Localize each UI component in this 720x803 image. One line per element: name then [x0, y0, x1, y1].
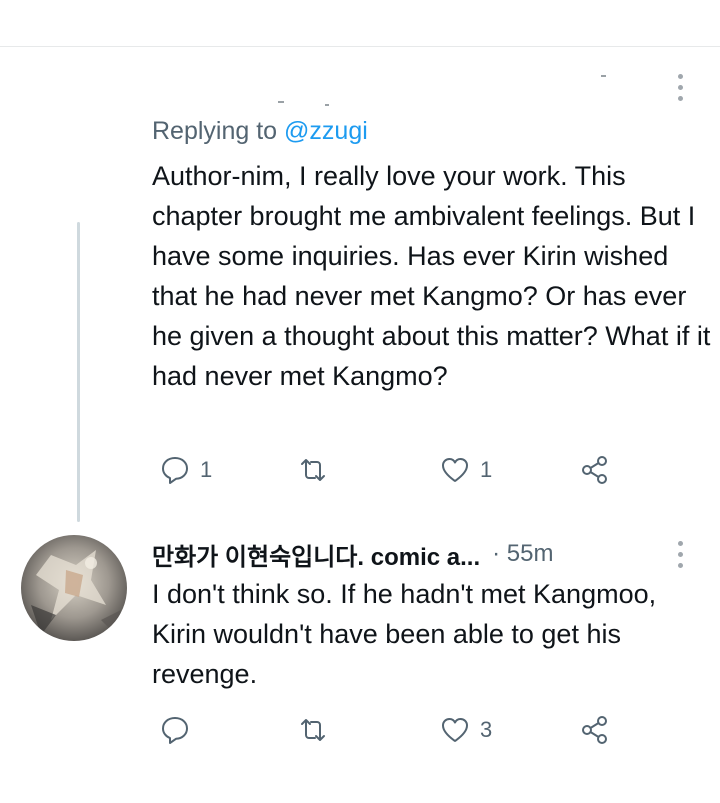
like-count: 3 — [480, 717, 493, 742]
author-avatar[interactable] — [21, 535, 127, 641]
tweet-text: Author-nim, I really love your work. Thi… — [152, 161, 711, 391]
author-display-name[interactable]: 만화가 이현숙입니다. comic a... — [152, 537, 480, 572]
retweet-button[interactable] — [298, 455, 328, 485]
reply-button[interactable]: 1 — [160, 455, 212, 485]
author-tweet: 만화가 이현숙입니다. comic a... · 55m I don't thi… — [152, 534, 692, 694]
more-options-icon[interactable] — [675, 74, 685, 101]
share-icon — [582, 716, 607, 744]
replying-handle-link[interactable]: @zzugi — [284, 117, 368, 145]
like-button[interactable]: 3 — [440, 715, 492, 745]
share-button[interactable] — [580, 455, 610, 485]
retweet-icon — [301, 719, 325, 741]
tweet-actions-bar: 3 — [0, 715, 720, 755]
tweet-text: I don't think so. If he hadn't met Kangm… — [152, 579, 657, 689]
like-icon — [442, 458, 468, 482]
replying-prefix: Replying to — [152, 117, 278, 145]
like-count: 1 — [480, 457, 493, 482]
reply-icon — [162, 717, 188, 744]
reply-button[interactable] — [160, 715, 190, 745]
author-tweet-header: 만화가 이현숙입니다. comic a... · 55m — [152, 534, 692, 574]
share-icon — [582, 456, 607, 484]
speck — [601, 75, 606, 77]
like-button[interactable]: 1 — [440, 455, 492, 485]
tweet-timestamp[interactable]: · 55m — [492, 540, 553, 568]
top-divider — [0, 46, 720, 47]
reply-count: 1 — [200, 457, 213, 482]
tweet-actions-bar: 1 1 — [0, 455, 720, 495]
share-button[interactable] — [580, 715, 610, 745]
speck — [325, 104, 329, 106]
reply-icon — [162, 457, 188, 484]
like-icon — [442, 718, 468, 742]
speck — [278, 101, 284, 103]
retweet-button[interactable] — [298, 715, 328, 745]
replying-to-line: Replying to @zzugi — [152, 114, 712, 148]
retweet-icon — [301, 459, 325, 481]
reply-tweet: Replying to @zzugi Author-nim, I really … — [152, 114, 712, 396]
